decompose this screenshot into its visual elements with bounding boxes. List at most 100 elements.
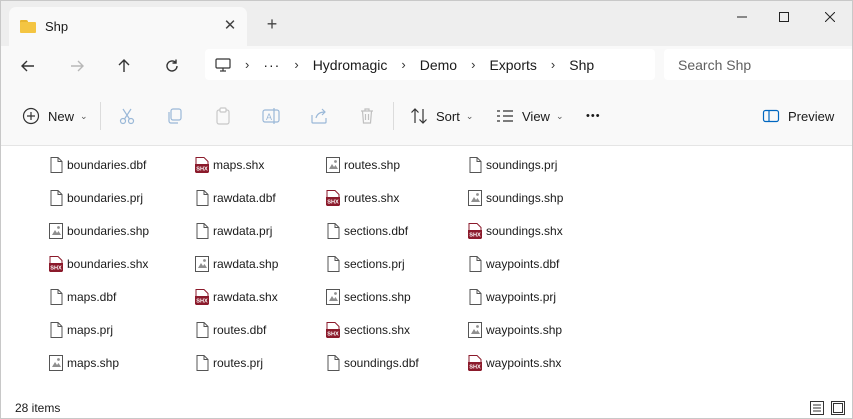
file-name: rawdata.shx <box>213 290 278 304</box>
command-bar: New ⌄ A Sort ⌄ View ⌄ ••• Preview <box>1 86 852 146</box>
view-button[interactable]: View ⌄ <box>495 104 564 128</box>
file-name: soundings.prj <box>486 158 558 172</box>
item-count: 28 items <box>15 401 61 415</box>
breadcrumb[interactable]: › ··· › Hydromagic › Demo › Exports › Sh… <box>205 49 655 80</box>
file-item[interactable]: SHX sections.shx <box>325 319 410 341</box>
file-item[interactable]: SHX rawdata.shx <box>194 286 278 308</box>
more-options-button[interactable]: ••• <box>586 104 601 128</box>
file-item[interactable]: SHX soundings.shx <box>467 220 563 242</box>
forward-button[interactable] <box>64 53 90 79</box>
file-item[interactable]: waypoints.dbf <box>467 253 559 275</box>
file-list: boundaries.dbf boundaries.prj boundaries.s… <box>1 147 852 397</box>
divider <box>100 102 101 130</box>
document-file-icon <box>48 156 64 174</box>
file-name: boundaries.prj <box>67 191 144 205</box>
back-button[interactable] <box>15 53 41 79</box>
refresh-button[interactable] <box>159 53 185 79</box>
file-item[interactable]: SHX routes.shx <box>325 187 399 209</box>
file-item[interactable]: sections.dbf <box>325 220 408 242</box>
file-item[interactable]: waypoints.prj <box>467 286 556 308</box>
breadcrumb-item-demo[interactable]: Demo <box>420 57 457 73</box>
paste-button[interactable] <box>213 104 233 128</box>
details-view-toggle[interactable] <box>810 401 824 415</box>
breadcrumb-item-shp[interactable]: Shp <box>569 57 594 73</box>
search-input[interactable]: Search Shp <box>664 49 852 80</box>
chevron-right-icon: › <box>401 57 406 72</box>
file-item[interactable]: routes.shp <box>325 154 400 176</box>
file-item[interactable]: sections.shp <box>325 286 411 308</box>
file-item[interactable]: rawdata.prj <box>194 220 272 242</box>
tab-shp[interactable]: Shp ✕ <box>9 7 247 46</box>
file-item[interactable]: waypoints.shp <box>467 319 562 341</box>
new-label: New <box>48 108 75 124</box>
arrow-left-icon <box>21 60 34 72</box>
plus-circle-icon <box>21 106 41 126</box>
arrow-right-icon <box>71 60 84 72</box>
file-name: rawdata.shp <box>213 257 279 271</box>
file-item[interactable]: boundaries.prj <box>48 187 143 209</box>
file-item[interactable]: sections.prj <box>325 253 405 275</box>
share-icon <box>309 106 329 126</box>
file-item[interactable]: routes.dbf <box>194 319 266 341</box>
file-item[interactable]: SHX waypoints.shx <box>467 352 561 374</box>
file-item[interactable]: maps.prj <box>48 319 113 341</box>
file-item[interactable]: boundaries.dbf <box>48 154 146 176</box>
file-name: rawdata.dbf <box>213 191 276 205</box>
new-tab-button[interactable]: + <box>262 14 282 34</box>
file-item[interactable]: rawdata.dbf <box>194 187 276 209</box>
delete-button[interactable] <box>357 104 377 128</box>
file-item[interactable]: soundings.shp <box>467 187 563 209</box>
svg-text:SHX: SHX <box>196 166 208 172</box>
shx-file-icon: SHX <box>325 321 341 339</box>
tab-close-icon[interactable]: ✕ <box>221 17 239 35</box>
shx-file-icon: SHX <box>467 222 483 240</box>
up-button[interactable] <box>111 53 137 79</box>
computer-icon[interactable] <box>215 57 231 72</box>
chevron-down-icon: ⌄ <box>80 110 88 121</box>
sort-button[interactable]: Sort ⌄ <box>409 104 473 128</box>
file-item[interactable]: soundings.prj <box>467 154 557 176</box>
file-item[interactable]: rawdata.shp <box>194 253 278 275</box>
file-item[interactable]: maps.dbf <box>48 286 116 308</box>
file-item[interactable]: maps.shp <box>48 352 119 374</box>
file-name: sections.prj <box>344 257 405 271</box>
file-name: maps.shp <box>67 356 120 370</box>
tab-title: Shp <box>45 19 69 34</box>
rename-button[interactable]: A <box>261 104 281 128</box>
breadcrumb-item-hydromagic[interactable]: Hydromagic <box>313 57 388 73</box>
file-name: soundings.dbf <box>344 356 419 370</box>
file-item[interactable]: SHX boundaries.shx <box>48 253 148 275</box>
tiles-view-toggle[interactable] <box>831 401 845 415</box>
file-name: sections.shp <box>344 290 411 304</box>
breadcrumb-item-exports[interactable]: Exports <box>489 57 536 73</box>
svg-text:SHX: SHX <box>469 364 481 370</box>
copy-button[interactable] <box>165 104 185 128</box>
new-button[interactable]: New ⌄ <box>21 104 88 128</box>
trash-icon <box>357 106 377 126</box>
close-window-button[interactable] <box>807 1 852 33</box>
file-item[interactable]: routes.prj <box>194 352 263 374</box>
shapefile-icon <box>325 156 341 174</box>
breadcrumb-overflow[interactable]: ··· <box>263 57 280 73</box>
cut-icon <box>117 106 137 126</box>
shx-file-icon: SHX <box>467 354 483 372</box>
file-name: maps.prj <box>67 323 114 337</box>
preview-label: Preview <box>788 108 835 124</box>
document-file-icon <box>467 156 483 174</box>
maximize-button[interactable] <box>761 1 807 33</box>
file-item[interactable]: SHX maps.shx <box>194 154 264 176</box>
svg-text:SHX: SHX <box>196 298 208 304</box>
rename-icon: A <box>261 106 281 126</box>
document-file-icon <box>48 321 64 339</box>
file-item[interactable]: boundaries.shp <box>48 220 149 242</box>
shx-file-icon: SHX <box>325 189 341 207</box>
share-button[interactable] <box>309 104 329 128</box>
status-bar: 28 items <box>1 397 852 418</box>
minimize-button[interactable] <box>719 1 765 33</box>
file-item[interactable]: soundings.dbf <box>325 352 419 374</box>
preview-button[interactable]: Preview <box>761 104 834 128</box>
navigation-bar: › ··· › Hydromagic › Demo › Exports › Sh… <box>1 46 852 86</box>
cut-button[interactable] <box>117 104 137 128</box>
file-name: routes.dbf <box>213 323 267 337</box>
document-file-icon <box>467 288 483 306</box>
